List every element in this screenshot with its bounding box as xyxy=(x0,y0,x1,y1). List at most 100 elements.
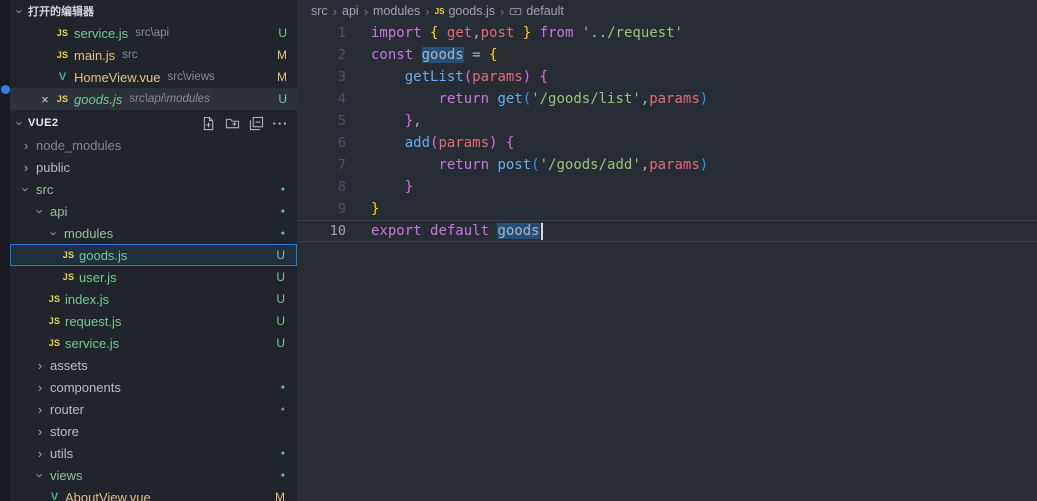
code-text: }, xyxy=(346,110,422,132)
collapse-all-icon[interactable] xyxy=(248,115,265,132)
git-status-badge: U xyxy=(278,26,287,40)
code-text: } xyxy=(346,176,413,198)
tree-item-index.js[interactable]: JS index.js U xyxy=(10,288,297,310)
chevron-down-icon: › xyxy=(46,230,62,236)
code-token: { xyxy=(505,135,515,151)
code-token: post xyxy=(480,25,515,41)
js-file-icon: JS xyxy=(56,28,69,38)
tree-item-node_modules[interactable]: › node_modules xyxy=(10,134,297,156)
new-file-icon[interactable] xyxy=(200,115,217,132)
open-editor-item-main.js[interactable]: JS main.js src M xyxy=(10,44,297,66)
git-status-badge: M xyxy=(277,70,287,84)
breadcrumb-item-goods.js[interactable]: JS goods.js xyxy=(435,4,495,18)
git-changes-dot: ● xyxy=(280,207,285,215)
row-decorations: U xyxy=(276,314,285,328)
js-file-icon: JS xyxy=(56,94,69,104)
item-label: assets xyxy=(50,357,88,373)
line-number: 6 xyxy=(337,135,346,151)
code-line-10: 10 export default goods xyxy=(297,220,1037,242)
more-actions-icon[interactable]: ··· xyxy=(272,115,289,132)
chevron-down-icon: › xyxy=(32,472,48,478)
text-cursor xyxy=(540,222,543,240)
row-decorations: U xyxy=(276,336,285,350)
tree-item-views[interactable]: › views ● xyxy=(10,464,297,486)
code-text: return post('/goods/add',params) xyxy=(346,154,708,176)
breadcrumb-item-default[interactable]: default xyxy=(509,4,564,18)
close-icon[interactable]: × xyxy=(36,92,54,107)
tree-item-AboutView.vue[interactable]: V AboutView.vue M xyxy=(10,486,297,501)
git-changes-dot: ● xyxy=(280,471,285,479)
vue-file-icon: V xyxy=(58,71,67,83)
new-folder-icon[interactable] xyxy=(224,115,241,132)
git-status-badge: U xyxy=(276,292,285,306)
breadcrumb-label: api xyxy=(342,4,359,18)
breadcrumb-label: src xyxy=(311,4,328,18)
tree-item-request.js[interactable]: JS request.js U xyxy=(10,310,297,332)
code-line-6: 6 add(params) { xyxy=(297,132,1037,154)
breadcrumb-item-src[interactable]: src xyxy=(311,4,328,18)
open-editor-item-service.js[interactable]: JS service.js src\api U xyxy=(10,22,297,44)
chevron-right-icon: › xyxy=(37,401,43,417)
open-editor-item-HomeView.vue[interactable]: V HomeView.vue src\views M xyxy=(10,66,297,88)
line-number: 7 xyxy=(337,157,346,173)
code-line-5: 5 }, xyxy=(297,110,1037,132)
git-status-badge: M xyxy=(275,490,285,501)
explorer-tree: › node_modules › public › src ● › api ● › modules ● J… xyxy=(10,134,297,501)
tree-item-api[interactable]: › api ● xyxy=(10,200,297,222)
tree-item-service.js[interactable]: JS service.js U xyxy=(10,332,297,354)
row-decorations: ● xyxy=(281,450,285,457)
chevron-down-icon: › xyxy=(12,8,28,14)
code-token: } xyxy=(404,113,414,129)
item-label: goods.js xyxy=(79,247,128,263)
code-token: , xyxy=(640,91,650,107)
row-decorations: ● xyxy=(281,406,285,413)
tree-item-goods.js[interactable]: JS goods.js U xyxy=(10,244,297,266)
open-editors-section-header[interactable]: › 打开的编辑器 xyxy=(10,0,297,22)
row-decorations: ● xyxy=(281,384,285,391)
code-token: } xyxy=(404,179,414,195)
code-token: ( xyxy=(522,91,532,107)
code-token: ) xyxy=(699,157,709,173)
code-view[interactable]: 1 import { get,post } from '../request' 2 c… xyxy=(297,22,1037,242)
item-label: public xyxy=(36,159,70,175)
tree-item-modules[interactable]: › modules ● xyxy=(10,222,297,244)
chevron-right-icon: › xyxy=(37,379,43,395)
row-decorations: ● xyxy=(281,472,285,479)
chevron-right-icon: › xyxy=(37,445,43,461)
tree-item-public[interactable]: › public xyxy=(10,156,297,178)
editor-area[interactable]: src › api › modules › JS goods.js › default 1 impo… xyxy=(297,0,1037,501)
explorer-section-header[interactable]: › VUE2 ··· xyxy=(10,112,297,134)
code-token: { xyxy=(539,69,549,85)
row-decorations: M xyxy=(275,490,285,501)
git-status-badge: U xyxy=(276,314,285,328)
symbol-variable-icon xyxy=(509,5,522,18)
line-number: 8 xyxy=(337,179,346,195)
code-line-9: 9} xyxy=(297,198,1037,220)
tree-item-components[interactable]: › components ● xyxy=(10,376,297,398)
open-editor-item-goods.js[interactable]: × JS goods.js src\api\modules U xyxy=(10,88,297,110)
row-decorations: ● xyxy=(281,208,285,215)
item-label: node_modules xyxy=(36,137,122,153)
tree-item-src[interactable]: › src ● xyxy=(10,178,297,200)
tree-item-store[interactable]: › store xyxy=(10,420,297,442)
highlighted-word: goods xyxy=(421,47,464,63)
tree-item-assets[interactable]: › assets xyxy=(10,354,297,376)
file-path: src\api\modules xyxy=(129,93,210,105)
chevron-right-icon: › xyxy=(23,159,29,175)
item-label: utils xyxy=(50,445,74,461)
tree-item-router[interactable]: › router ● xyxy=(10,398,297,420)
breadcrumb: src › api › modules › JS goods.js › default xyxy=(297,0,1037,22)
git-status-badge: U xyxy=(276,248,285,262)
item-label: modules xyxy=(64,225,114,241)
tree-item-user.js[interactable]: JS user.js U xyxy=(10,266,297,288)
breadcrumb-item-modules[interactable]: modules xyxy=(373,4,420,18)
tree-item-utils[interactable]: › utils ● xyxy=(10,442,297,464)
code-text: const goods = { xyxy=(346,44,497,66)
breadcrumb-item-api[interactable]: api xyxy=(342,4,359,18)
line-number: 1 xyxy=(337,25,346,41)
code-token: from xyxy=(539,25,574,41)
breadcrumb-separator: › xyxy=(363,3,369,19)
